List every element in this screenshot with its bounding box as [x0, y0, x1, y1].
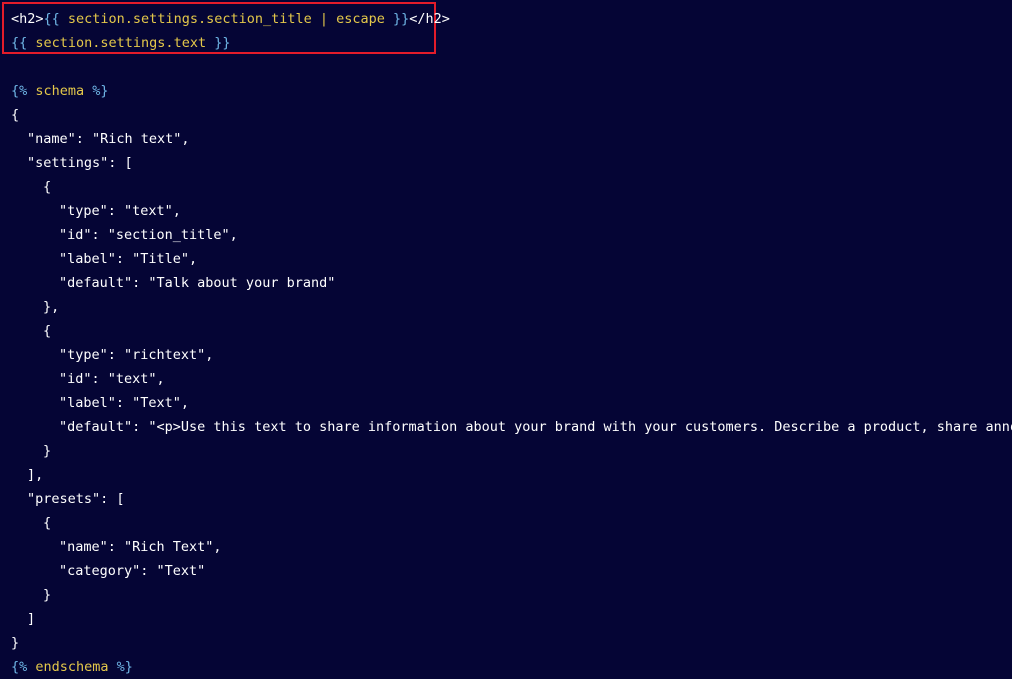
code-line: },: [43, 299, 60, 315]
code-line-text: {{ section.settings.text }}: [11, 31, 1012, 55]
code-line: "type": "richtext",: [59, 347, 214, 363]
code-line: }: [11, 635, 20, 651]
code-line: "label": "Text",: [59, 395, 190, 411]
code-editor[interactable]: <h2>{{ section.settings.section_title | …: [11, 7, 1012, 679]
liquid-tag-open: {%: [11, 659, 28, 675]
code-line-schema-open: {% schema %}: [11, 79, 1012, 103]
liquid-tag-close: %}: [116, 659, 133, 675]
code-line: }: [43, 587, 52, 603]
liquid-title-expression: section.settings.section_title | escape: [59, 11, 394, 27]
liquid-output-open: {{: [43, 11, 60, 27]
code-line: "id": "section_title",: [59, 227, 238, 243]
liquid-text-expression: section.settings.text: [27, 35, 215, 51]
code-line: "default": "Talk about your brand": [59, 275, 336, 291]
code-line: ],: [27, 467, 44, 483]
code-line: "presets": [: [27, 491, 125, 507]
endschema-keyword: endschema: [27, 659, 117, 675]
code-line: "settings": [: [27, 155, 133, 171]
liquid-tag-close: %}: [92, 83, 109, 99]
code-line: }: [43, 443, 52, 459]
code-line-h2: <h2>{{ section.settings.section_title | …: [11, 7, 1012, 31]
code-line: {: [43, 323, 52, 339]
code-line: "name": "Rich Text",: [59, 539, 222, 555]
h2-close-tag: </h2>: [409, 11, 450, 27]
liquid-output-open: {{: [11, 35, 28, 51]
liquid-tag-open: {%: [11, 83, 28, 99]
code-line: "id": "text",: [59, 371, 165, 387]
code-line-schema-close: {% endschema %}: [11, 655, 1012, 679]
code-line: "category": "Text": [59, 563, 206, 579]
code-line: {: [43, 179, 52, 195]
code-line: {: [11, 107, 20, 123]
code-line: "type": "text",: [59, 203, 181, 219]
code-line: "name": "Rich text",: [27, 131, 190, 147]
liquid-output-close: }}: [214, 35, 231, 51]
code-line: "label": "Title",: [59, 251, 198, 267]
liquid-output-close: }}: [393, 11, 410, 27]
code-line: ]: [27, 611, 36, 627]
code-line: {: [43, 515, 52, 531]
schema-keyword: schema: [27, 83, 93, 99]
h2-open-tag: <h2>: [11, 11, 44, 27]
code-line: "default": "<p>Use this text to share in…: [59, 419, 1012, 435]
